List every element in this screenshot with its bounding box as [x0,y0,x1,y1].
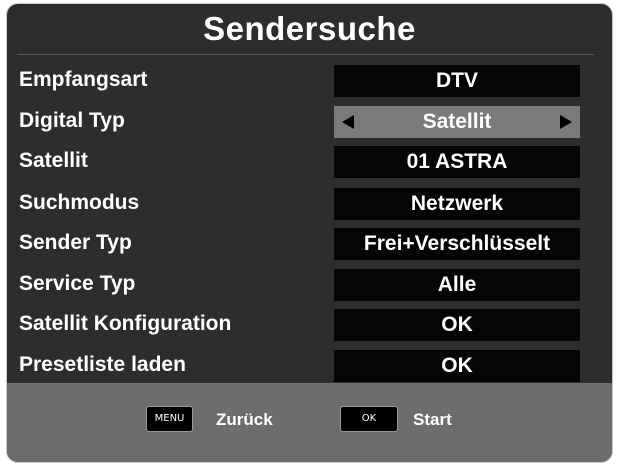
channel-search-dialog: Sendersuche Empfangsart DTV Digital Typ … [6,3,613,463]
row-label: Digital Typ [19,109,125,132]
row-value[interactable]: DTV [334,65,580,97]
row-value[interactable]: 01 ASTRA [334,146,580,178]
row-service-typ[interactable]: Service Typ Alle [7,267,612,301]
row-satellit-konfiguration[interactable]: Satellit Konfiguration OK [7,307,612,341]
row-label: Empfangsart [19,68,148,91]
row-suchmodus[interactable]: Suchmodus Netzwerk [7,186,612,220]
ok-key-button[interactable]: OK [340,406,398,432]
row-value[interactable]: Alle [334,269,580,301]
row-label: Suchmodus [19,191,140,214]
row-label: Sender Typ [19,231,132,254]
row-label: Presetliste laden [19,353,186,376]
page-title: Sendersuche [203,10,416,47]
row-satellit[interactable]: Satellit 01 ASTRA [7,144,612,178]
row-presetliste-laden[interactable]: Presetliste laden OK [7,348,612,382]
start-label: Start [413,410,452,429]
row-value[interactable]: Frei+Verschlüsselt [334,228,580,260]
row-sender-typ[interactable]: Sender Typ Frei+Verschlüsselt [7,226,612,260]
row-label: Satellit Konfiguration [19,312,232,335]
row-value-text: Satellit [422,110,492,133]
row-empfangsart[interactable]: Empfangsart DTV [7,63,612,97]
row-value[interactable]: OK [334,350,580,382]
footer-bar: MENU Zurück OK Start [7,383,612,462]
row-label: Satellit [19,149,88,172]
row-value[interactable]: OK [334,309,580,341]
arrow-left-icon[interactable] [342,115,354,129]
menu-key-button[interactable]: MENU [146,406,193,432]
row-value[interactable]: Netzwerk [334,188,580,220]
back-label: Zurück [216,410,273,429]
arrow-right-icon[interactable] [560,115,572,129]
row-digital-typ[interactable]: Digital Typ Satellit [7,104,612,138]
title-divider [17,54,594,55]
row-label: Service Typ [19,272,136,295]
row-value-selected[interactable]: Satellit [334,106,580,138]
